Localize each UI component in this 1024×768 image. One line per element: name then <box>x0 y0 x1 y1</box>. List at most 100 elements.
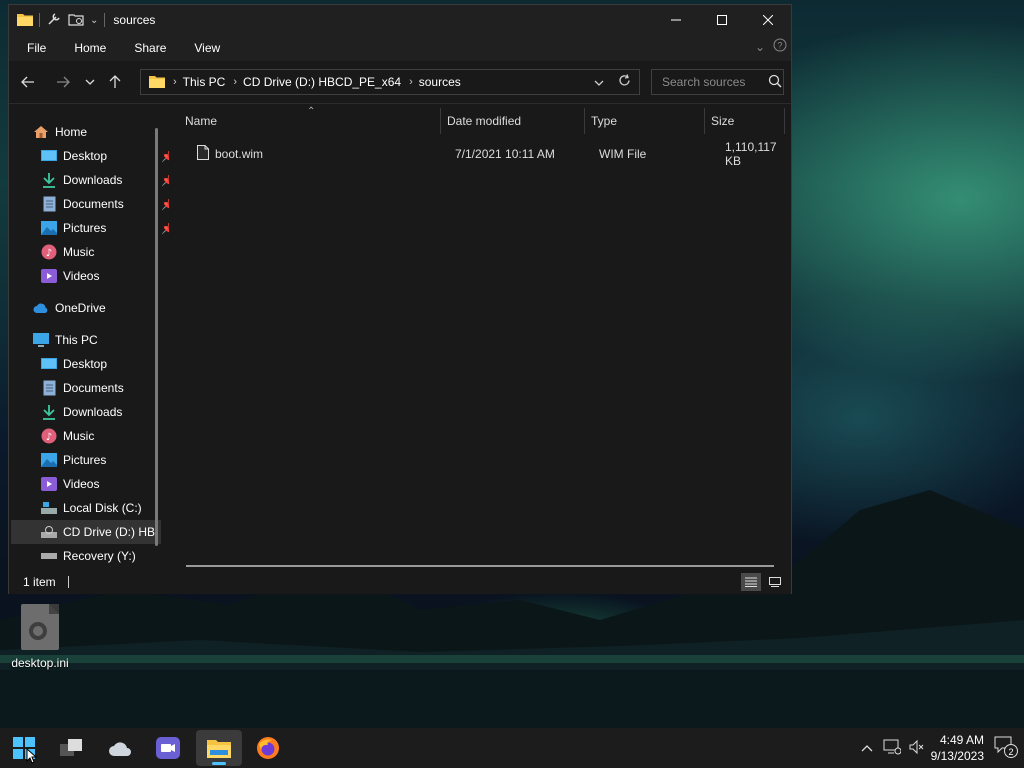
mouse-cursor-icon <box>26 748 38 764</box>
window-title: sources <box>113 13 156 27</box>
large-icons-view-button[interactable] <box>765 573 785 591</box>
tab-file[interactable]: File <box>9 41 60 55</box>
nav-documents-quick[interactable]: Documents 📌 <box>41 192 169 216</box>
file-list: ⌃ Name Date modified Type Size boot.wim … <box>169 106 791 570</box>
weather-button[interactable] <box>100 730 140 766</box>
nav-videos[interactable]: Videos <box>41 472 99 496</box>
svg-text:♪: ♪ <box>46 248 52 259</box>
minimize-button[interactable] <box>653 5 699 35</box>
music-icon: ♪ <box>41 244 57 260</box>
nav-onedrive[interactable]: OneDrive <box>33 296 106 320</box>
forward-button[interactable] <box>47 66 79 98</box>
start-button[interactable] <box>4 730 44 766</box>
breadcrumb-cd-drive[interactable]: CD Drive (D:) HBCD_PE_x64 <box>243 75 401 89</box>
column-date-modified[interactable]: Date modified <box>441 108 585 134</box>
nav-desktop-quick[interactable]: Desktop 📌 <box>41 144 169 168</box>
breadcrumb-sources[interactable]: sources <box>419 75 461 89</box>
nav-home[interactable]: Home <box>33 120 87 144</box>
nav-pictures-quick[interactable]: Pictures 📌 <box>41 216 169 240</box>
address-dropdown-icon[interactable] <box>594 75 604 89</box>
close-button[interactable] <box>745 5 791 35</box>
nav-home-label: Home <box>55 125 88 139</box>
back-button[interactable] <box>12 66 44 98</box>
nav-local-disk[interactable]: Local Disk (C:) <box>41 496 142 520</box>
system-tray: 4:49 AM 9/13/2023 2 <box>861 728 1024 768</box>
table-row[interactable]: boot.wim 7/1/2021 10:11 AM WIM File 1,11… <box>181 140 781 168</box>
hard-drive-icon <box>41 500 57 516</box>
nav-videos-label: Videos <box>63 477 100 491</box>
nav-cd-drive[interactable]: CD Drive (D:) HB <box>11 520 161 544</box>
file-date: 7/1/2021 10:11 AM <box>455 147 555 161</box>
notification-button[interactable]: 2 <box>994 736 1018 760</box>
navigation-pane: Home Desktop 📌 Downloads 📌 Documents 📌 P… <box>9 108 169 570</box>
volume-muted-icon[interactable] <box>909 739 925 758</box>
nav-pictures[interactable]: Pictures <box>41 448 106 472</box>
firefox-button[interactable] <box>248 730 288 766</box>
nav-music[interactable]: ♪ Music <box>41 424 94 448</box>
status-bar: 1 item <box>9 570 791 594</box>
pin-icon: 📌 <box>161 198 169 211</box>
videos-icon <box>41 268 57 284</box>
nav-music-quick[interactable]: ♪ Music <box>41 240 94 264</box>
nav-this-pc[interactable]: This PC <box>33 328 98 352</box>
column-size[interactable]: Size <box>705 108 785 134</box>
search-input[interactable] <box>660 74 764 90</box>
horizontal-scrollbar[interactable] <box>186 565 774 567</box>
document-icon <box>41 196 57 212</box>
item-count: 1 item <box>23 575 56 589</box>
pictures-icon <box>41 220 57 236</box>
task-view-icon <box>60 739 82 756</box>
new-folder-icon[interactable] <box>68 11 84 30</box>
tab-share[interactable]: Share <box>120 41 180 55</box>
up-button[interactable] <box>101 66 129 98</box>
chevron-right-icon: › <box>233 76 238 88</box>
file-icon <box>197 145 209 163</box>
maximize-button[interactable] <box>699 5 745 35</box>
search-icon[interactable] <box>768 74 782 91</box>
nav-recovery-label: Recovery (Y:) <box>63 549 136 563</box>
nav-downloads-label: Downloads <box>63 173 123 187</box>
search-box <box>651 69 784 95</box>
clock-time: 4:49 AM <box>939 733 984 747</box>
file-explorer-taskbar-button[interactable] <box>196 730 242 766</box>
chevron-down-icon[interactable]: ⌄ <box>90 15 98 26</box>
tab-home[interactable]: Home <box>60 41 120 55</box>
drive-icon <box>41 548 57 564</box>
column-name[interactable]: Name <box>179 108 441 134</box>
file-name: boot.wim <box>215 147 264 161</box>
nav-downloads-quick[interactable]: Downloads 📌 <box>41 168 169 192</box>
address-bar[interactable]: › This PC › CD Drive (D:) HBCD_PE_x64 › … <box>140 69 640 95</box>
cloud-icon <box>109 742 131 756</box>
chevron-up-icon[interactable] <box>861 741 873 755</box>
breadcrumb-this-pc[interactable]: This PC <box>183 75 226 89</box>
expand-ribbon-icon[interactable]: ⌄ <box>755 40 765 54</box>
nav-documents-label: Documents <box>63 381 124 395</box>
recent-locations-button[interactable] <box>79 66 101 98</box>
title-bar: ⌄ sources <box>9 5 791 35</box>
music-icon: ♪ <box>41 428 57 444</box>
nav-desktop[interactable]: Desktop <box>41 352 107 376</box>
nav-documents[interactable]: Documents <box>41 376 124 400</box>
details-view-button[interactable] <box>741 573 761 591</box>
nav-videos-quick[interactable]: Videos <box>41 264 99 288</box>
desktop-ini-icon[interactable]: desktop.ini <box>4 600 76 670</box>
properties-icon[interactable] <box>46 11 62 30</box>
meet-button[interactable] <box>148 730 188 766</box>
file-name-cell: boot.wim <box>197 143 263 165</box>
tab-view[interactable]: View <box>180 41 234 55</box>
nav-scrollbar[interactable] <box>155 128 158 546</box>
clock[interactable]: 4:49 AM 9/13/2023 <box>931 732 984 764</box>
help-icon[interactable]: ? <box>773 38 787 55</box>
nav-recovery[interactable]: Recovery (Y:) <box>41 544 136 568</box>
nav-pictures-label: Pictures <box>63 221 107 235</box>
nav-this-pc-label: This PC <box>55 333 98 347</box>
nav-music-label: Music <box>63 429 95 443</box>
task-view-button[interactable] <box>52 730 92 766</box>
column-type[interactable]: Type <box>585 108 705 134</box>
document-icon <box>41 380 57 396</box>
nav-downloads[interactable]: Downloads <box>41 400 122 424</box>
nav-documents-label: Documents <box>63 197 124 211</box>
refresh-icon[interactable] <box>618 74 631 90</box>
ribbon-tabs: File Home Share View ⌄ ? <box>9 35 791 61</box>
network-icon[interactable] <box>883 739 902 758</box>
